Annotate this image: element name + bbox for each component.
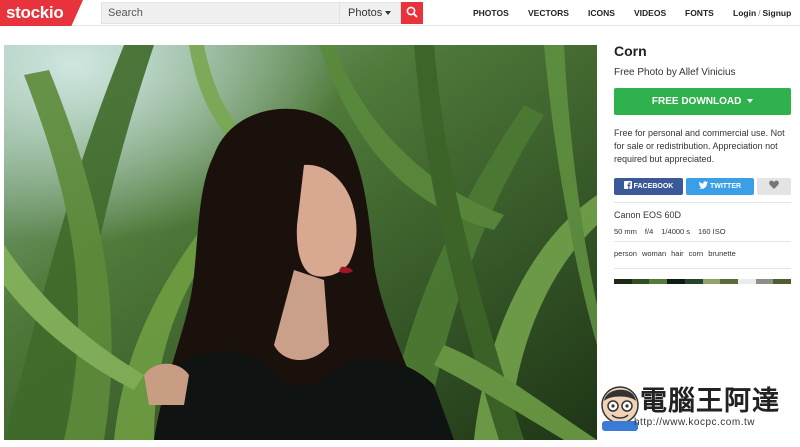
- palette-swatch: [773, 279, 792, 284]
- twitter-icon: [698, 181, 708, 189]
- tag-link[interactable]: brunette: [708, 249, 736, 258]
- tag-link[interactable]: corn: [689, 249, 704, 258]
- heart-icon: [769, 180, 779, 189]
- palette-swatch: [649, 279, 668, 284]
- tag-link[interactable]: hair: [671, 249, 684, 258]
- tag-link[interactable]: woman: [642, 249, 666, 258]
- nav-videos[interactable]: VIDEOS: [634, 0, 666, 26]
- auth-links: Login / Signup: [733, 0, 791, 26]
- signup-link[interactable]: Signup: [763, 8, 792, 18]
- facebook-share-button[interactable]: FACEBOOK: [614, 178, 683, 195]
- palette-swatch: [755, 279, 774, 284]
- palette-swatch: [702, 279, 721, 284]
- palette-swatch: [614, 279, 632, 284]
- watermark-url: http://www.kocpc.com.tw: [634, 417, 755, 428]
- divider: [614, 202, 791, 203]
- palette-swatch: [737, 279, 756, 284]
- twitter-share-button[interactable]: TWITTER: [686, 178, 754, 195]
- photo-byline[interactable]: Free Photo by Allef Vinicius: [614, 67, 736, 78]
- camera-model: Canon EOS 60D: [614, 210, 682, 220]
- photo-image: [4, 45, 597, 440]
- palette-swatch: [667, 279, 685, 284]
- palette-swatch: [631, 279, 650, 284]
- exif-aperture: f/4: [644, 227, 654, 236]
- chevron-down-icon: [747, 99, 754, 104]
- stockio-logo[interactable]: stockio: [0, 0, 83, 26]
- search-type-dropdown[interactable]: Photos: [339, 2, 401, 24]
- divider: [614, 241, 791, 242]
- search-button[interactable]: [401, 2, 423, 24]
- facebook-label: FACEBOOK: [633, 183, 674, 190]
- watermark: 電腦王阿達 http://www.kocpc.com.tw: [598, 377, 798, 441]
- search-type-label: Photos: [348, 7, 383, 19]
- exif-iso: 160 ISO: [698, 227, 726, 236]
- exif-shutter: 1/4000 s: [661, 227, 691, 236]
- tag-link[interactable]: person: [614, 249, 637, 258]
- nav-vectors[interactable]: VECTORS: [528, 0, 569, 26]
- auth-separator: /: [758, 8, 761, 18]
- favorite-button[interactable]: [757, 178, 791, 195]
- watermark-text: 電腦王阿達: [640, 386, 780, 417]
- palette-swatch: [684, 279, 703, 284]
- search-icon: [406, 6, 418, 18]
- nav-icons[interactable]: ICONS: [588, 0, 615, 26]
- color-palette: [614, 279, 792, 284]
- divider: [614, 268, 791, 269]
- exif-info: 50 mm f/4 1/4000 s 160 ISO: [614, 227, 734, 236]
- photo-preview[interactable]: [4, 45, 597, 440]
- login-link[interactable]: Login: [733, 8, 756, 18]
- top-bar: stockio Photos PHOTOS VECTORS ICONS VIDE…: [0, 0, 800, 26]
- twitter-label: TWITTER: [709, 183, 742, 190]
- nav-photos[interactable]: PHOTOS: [473, 0, 509, 26]
- free-download-label: FREE DOWNLOAD: [651, 96, 742, 107]
- tag-list: person woman hair corn brunette: [614, 249, 741, 258]
- nav-fonts[interactable]: FONTS: [685, 0, 714, 26]
- palette-swatch: [720, 279, 738, 284]
- search-input[interactable]: [101, 2, 339, 24]
- photo-title: Corn: [614, 43, 647, 59]
- free-download-button[interactable]: FREE DOWNLOAD: [614, 88, 791, 115]
- facebook-icon: [623, 181, 632, 189]
- exif-focal-length: 50 mm: [614, 227, 637, 236]
- chevron-down-icon: [385, 11, 392, 16]
- license-text: Free for personal and commercial use. No…: [614, 128, 785, 164]
